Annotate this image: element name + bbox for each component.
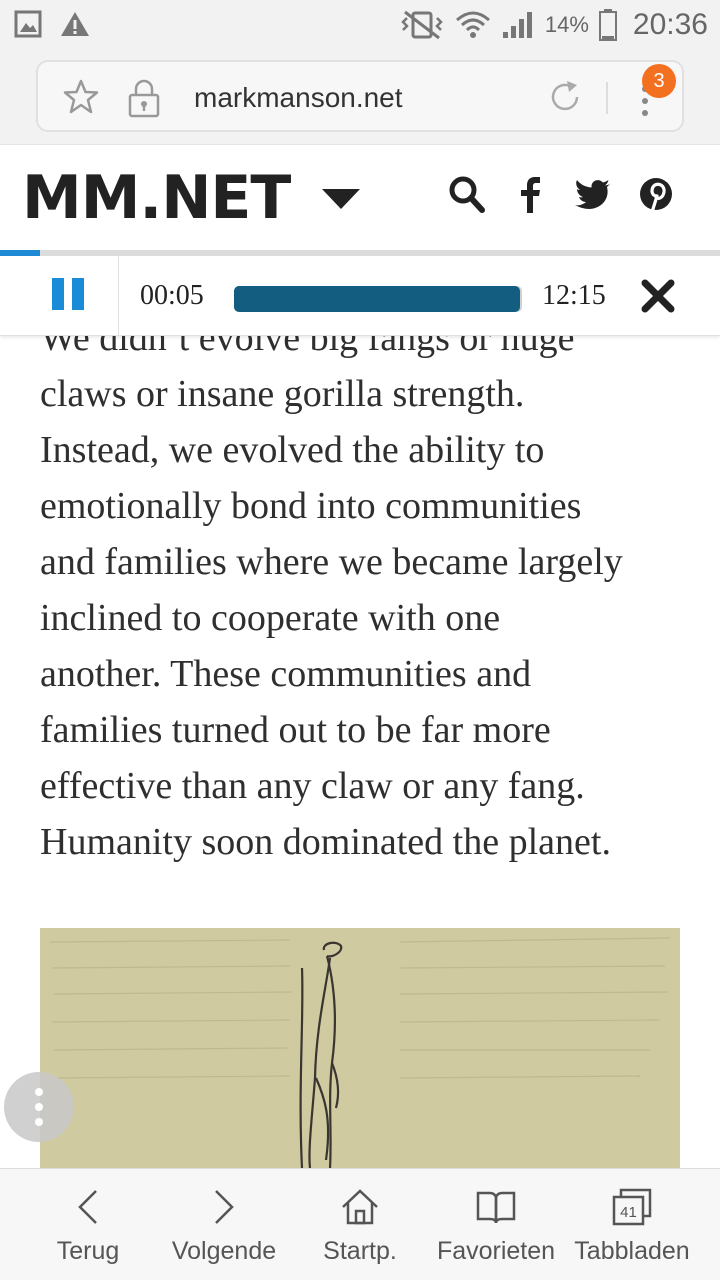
- pause-button[interactable]: [52, 278, 84, 310]
- total-time: 12:15: [542, 280, 606, 311]
- sketch-figure-image: [49, 937, 671, 1168]
- battery-icon: [598, 9, 617, 41]
- facebook-icon[interactable]: [518, 175, 542, 215]
- bookmarks-icon: [476, 1191, 516, 1224]
- browser-toolbar: markmanson.net 3: [0, 50, 720, 144]
- article-line: claws or insane gorilla strength.: [40, 373, 525, 415]
- nav-tabs[interactable]: 41 Tabbladen: [562, 1169, 702, 1280]
- article-line: families turned out to be far more: [40, 709, 551, 751]
- pinterest-icon[interactable]: [638, 175, 674, 215]
- wifi-icon: [455, 11, 490, 38]
- article-line: emotionally bond into communities: [40, 485, 582, 527]
- article-line: inclined to cooperate with one: [40, 597, 501, 639]
- twitter-icon[interactable]: [574, 175, 612, 215]
- audio-player: 00:05 12:15: [0, 256, 720, 336]
- article-illustration: [40, 928, 680, 1168]
- address-bar[interactable]: markmanson.net 3: [36, 60, 684, 132]
- warning-icon: [61, 12, 89, 36]
- audio-seek-bar[interactable]: [234, 286, 522, 312]
- audio-seek-fill: [234, 286, 520, 312]
- article-line: and families where we became largely: [40, 541, 623, 583]
- nav-favorites[interactable]: Favorieten: [426, 1169, 566, 1280]
- status-bar: 14% 20:36: [0, 0, 720, 50]
- tabs-icon: 41: [612, 1188, 652, 1226]
- close-icon[interactable]: [640, 278, 676, 314]
- browser-bottom-nav: Terug Volgende Startp. Favorieten 41 Tab…: [0, 1168, 720, 1280]
- site-logo[interactable]: MM.NET: [22, 163, 291, 233]
- lock-icon: [128, 79, 160, 118]
- nav-label: Startp.: [323, 1237, 397, 1265]
- nav-label: Volgende: [171, 1237, 277, 1265]
- nav-label: Tabbladen: [574, 1237, 690, 1265]
- article-line: Humanity soon dominated the planet.: [40, 821, 611, 863]
- search-icon[interactable]: [448, 175, 486, 215]
- nav-back[interactable]: Terug: [18, 1169, 158, 1280]
- floating-menu-button[interactable]: [4, 1072, 74, 1142]
- nav-label: Favorieten: [436, 1237, 556, 1265]
- address-bar-divider: [606, 82, 608, 114]
- home-icon: [342, 1189, 378, 1225]
- reload-icon[interactable]: [546, 78, 584, 116]
- signal-icon: [502, 12, 532, 38]
- vibrate-icon: [401, 10, 443, 40]
- chevron-right-icon: [215, 1190, 234, 1224]
- notification-badge: 3: [642, 64, 676, 98]
- chevron-down-icon[interactable]: [322, 189, 360, 209]
- site-header: MM.NET: [0, 144, 720, 252]
- nav-forward[interactable]: Volgende: [154, 1169, 294, 1280]
- battery-percent: 14%: [544, 12, 589, 37]
- article-line: another. These communities and: [40, 653, 532, 695]
- article-body: We didn’t evolve big fangs or huge claws …: [40, 310, 700, 870]
- gallery-icon: [14, 10, 42, 38]
- star-icon[interactable]: [62, 78, 100, 116]
- clock: 20:36: [632, 8, 708, 41]
- article-line: effective than any claw or any fang.: [40, 765, 585, 807]
- nav-label: Terug: [56, 1237, 120, 1265]
- tabs-count: 41: [620, 1204, 637, 1221]
- player-divider: [118, 256, 119, 336]
- chevron-left-icon: [78, 1190, 97, 1224]
- nav-home[interactable]: Startp.: [290, 1169, 430, 1280]
- url-text[interactable]: markmanson.net: [194, 82, 403, 114]
- current-time: 00:05: [140, 280, 204, 311]
- article-line: Instead, we evolved the ability to: [40, 429, 545, 471]
